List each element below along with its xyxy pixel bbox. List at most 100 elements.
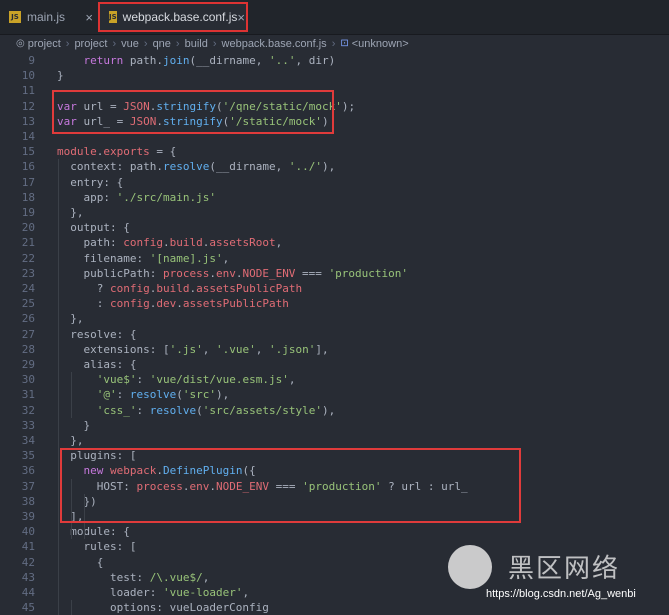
line-number: 38 xyxy=(21,494,35,508)
code-token: ), xyxy=(321,160,336,174)
line-number: 28 xyxy=(21,342,35,356)
code-line[interactable]: 31 '@': resolve('src'), xyxy=(0,387,669,402)
code-line[interactable]: 20 output: { xyxy=(0,220,669,235)
watermark-logo-icon xyxy=(448,545,492,589)
code-token: '.json' xyxy=(268,342,316,356)
code-line[interactable]: 28 extensions: ['.js', '.vue', '.json'], xyxy=(0,342,669,357)
symbol-icon: ⊡ xyxy=(340,38,349,49)
breadcrumb-item[interactable]: project xyxy=(74,38,107,50)
code-token: process xyxy=(162,266,210,280)
code-line[interactable]: 9 return path.join(__dirname, '..', dir) xyxy=(0,53,669,68)
close-icon[interactable]: × xyxy=(237,10,245,25)
breadcrumb-item[interactable]: project xyxy=(28,38,61,50)
code-line[interactable]: 27 resolve: { xyxy=(0,327,669,342)
code-editor[interactable]: 9 return path.join(__dirname, '..', dir)… xyxy=(0,53,669,615)
code-token: . xyxy=(162,236,170,250)
line-number: 26 xyxy=(21,312,35,326)
line-number: 20 xyxy=(21,221,35,235)
highlight-box-url-vars xyxy=(52,90,334,134)
highlight-box-plugins xyxy=(60,448,521,523)
code-line[interactable]: 29 alias: { xyxy=(0,357,669,372)
tab-main-js[interactable]: JS main.js × xyxy=(0,0,97,34)
tab-webpack-base-conf[interactable]: JS webpack.base.conf.js × xyxy=(98,2,248,32)
code-token: path xyxy=(129,160,157,174)
code-line[interactable]: 22 filename: '[name].js', xyxy=(0,251,669,266)
code-text: } xyxy=(57,68,64,83)
code-line[interactable]: 18 app: './src/main.js' xyxy=(0,190,669,205)
code-line[interactable]: 26 }, xyxy=(0,311,669,326)
js-file-icon: JS xyxy=(9,11,21,23)
code-token: (__dirname, xyxy=(209,160,289,174)
code-token: return xyxy=(83,54,130,67)
breadcrumb-item[interactable]: webpack.base.conf.js xyxy=(222,38,327,50)
indent-guide xyxy=(58,159,59,615)
code-token: exports xyxy=(103,145,150,159)
breadcrumb-item[interactable]: vue xyxy=(121,38,139,50)
code-token: build xyxy=(169,236,203,250)
code-token: : xyxy=(136,373,150,387)
code-line[interactable]: 21 path: config.build.assetsRoot, xyxy=(0,235,669,250)
code-line[interactable]: 34 }, xyxy=(0,433,669,448)
code-line[interactable]: 33 } xyxy=(0,418,669,433)
line-number: 11 xyxy=(21,84,35,98)
code-text: }, xyxy=(57,433,83,448)
code-token: resolve xyxy=(149,403,197,417)
breadcrumb-item[interactable]: qne xyxy=(153,38,171,50)
code-line[interactable]: 24 ? config.build.assetsPublicPath xyxy=(0,281,669,296)
tab-bar: JS main.js × JS webpack.base.conf.js × xyxy=(0,0,669,35)
tab-label: main.js xyxy=(27,10,66,24)
breadcrumb-item[interactable]: build xyxy=(185,38,208,50)
line-number: 18 xyxy=(21,190,35,204)
code-text: : config.dev.assetsPublicPath xyxy=(57,296,289,311)
line-number: 39 xyxy=(21,510,35,523)
code-token: '..' xyxy=(268,54,296,67)
indent-guide xyxy=(71,372,72,418)
line-number: 42 xyxy=(21,555,35,569)
watermark-url: https://blog.csdn.net/Ag_wenbi xyxy=(486,588,636,600)
line-number: 23 xyxy=(21,266,35,280)
code-text: module.exports = { xyxy=(57,144,176,159)
code-line[interactable]: 19 }, xyxy=(0,205,669,220)
code-text: test: /\.vue$/, xyxy=(57,570,209,585)
code-token: . xyxy=(176,297,183,311)
line-number: 37 xyxy=(21,479,35,493)
code-token: dev xyxy=(156,297,177,311)
code-line[interactable]: 25 : config.dev.assetsPublicPath xyxy=(0,296,669,311)
code-token: env xyxy=(215,266,236,280)
code-line[interactable]: 32 'css_': resolve('src/assets/style'), xyxy=(0,403,669,418)
line-number: 29 xyxy=(21,358,35,371)
code-token: : xyxy=(116,388,130,402)
code-token: filename: xyxy=(57,251,150,265)
code-token: , xyxy=(288,373,296,387)
code-line[interactable]: 30 'vue$': 'vue/dist/vue.esm.js', xyxy=(0,372,669,387)
code-line[interactable]: 40 module: { xyxy=(0,524,669,539)
line-number: 13 xyxy=(21,114,35,128)
indent-guide xyxy=(71,600,72,615)
code-token: assetsPublicPath xyxy=(182,297,289,311)
code-token: { xyxy=(57,555,104,569)
code-token: ), xyxy=(215,388,230,402)
code-token: '.js' xyxy=(169,342,203,356)
code-line[interactable]: 23 publicPath: process.env.NODE_ENV === … xyxy=(0,266,669,281)
tab-label: webpack.base.conf.js xyxy=(122,10,238,24)
code-text: return path.join(__dirname, '..', dir) xyxy=(57,53,336,68)
code-token: }, xyxy=(57,312,84,326)
code-line[interactable]: 45 options: vueLoaderConfig xyxy=(0,600,669,615)
watermark-logo-text: 黑区网络 xyxy=(508,554,621,584)
code-text: 'vue$': 'vue/dist/vue.esm.js', xyxy=(57,372,296,387)
code-line[interactable]: 16 context: path.resolve(__dirname, '../… xyxy=(0,159,669,174)
code-token: NODE_ENV xyxy=(242,266,296,280)
code-token: } xyxy=(57,418,91,432)
code-token: output: { xyxy=(57,221,130,235)
breadcrumb-item[interactable]: <unknown> xyxy=(352,38,409,50)
close-icon[interactable]: × xyxy=(85,10,93,25)
code-line[interactable]: 15 module.exports = { xyxy=(0,144,669,159)
code-token: , xyxy=(202,570,210,584)
code-line[interactable]: 17 entry: { xyxy=(0,175,669,190)
line-number: 12 xyxy=(21,99,35,113)
code-line[interactable]: 10} xyxy=(0,68,669,83)
